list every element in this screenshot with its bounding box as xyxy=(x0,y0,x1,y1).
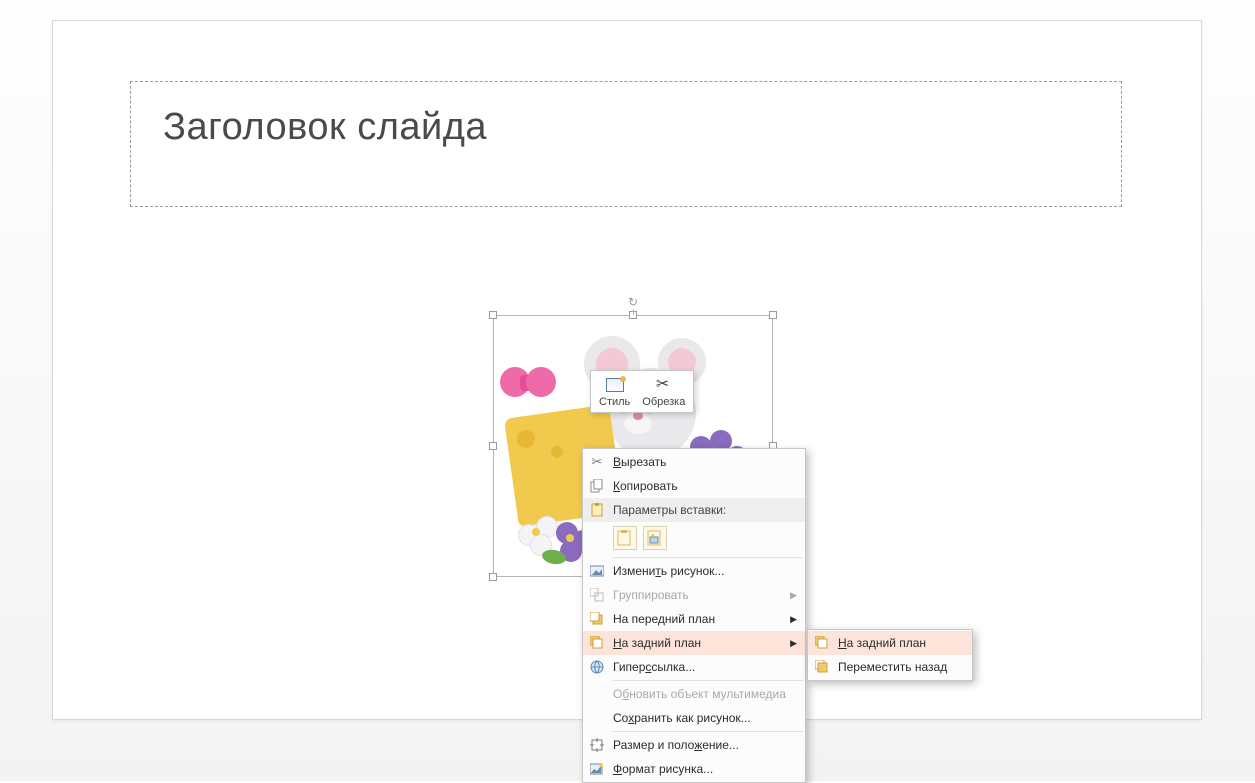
scissors-icon: ✂ xyxy=(583,454,611,470)
title-placeholder[interactable]: Заголовок слайда xyxy=(130,81,1122,207)
group-icon xyxy=(583,588,611,602)
menu-hyperlink[interactable]: Гиперссылка... xyxy=(583,655,805,679)
submenu-send-to-back[interactable]: На задний план xyxy=(808,631,972,655)
menu-cut-label: ырезать xyxy=(621,455,666,469)
submenu-send-backward-label: Переместить назад xyxy=(836,660,964,674)
mini-toolbar-crop-label: Обрезка xyxy=(642,396,685,408)
title-placeholder-text: Заголовок слайда xyxy=(163,106,487,148)
menu-group-label: Группировать xyxy=(611,588,784,602)
clipboard-icon xyxy=(583,503,611,517)
menu-change-picture[interactable]: Изменить рисунок... xyxy=(583,559,805,583)
send-backward-icon xyxy=(808,660,836,674)
resize-handle-top-right[interactable] xyxy=(769,311,777,319)
mini-toolbar-style-button[interactable]: Стиль xyxy=(593,373,636,410)
crop-icon: ✂ xyxy=(656,377,672,393)
resize-handle-bottom-left[interactable] xyxy=(489,573,497,581)
paste-options-row xyxy=(583,522,805,556)
context-menu: ✂ Вырезать Копировать Параметры вставки:… xyxy=(582,448,806,783)
menu-update-media: Обновить объект мультимедиа xyxy=(583,682,805,706)
bring-to-front-icon xyxy=(583,612,611,626)
send-to-back-icon xyxy=(583,636,611,650)
menu-save-as-picture[interactable]: Сохранить как рисунок... xyxy=(583,706,805,730)
submenu-arrow-icon: ▶ xyxy=(784,590,797,601)
resize-handle-mid-left[interactable] xyxy=(489,442,497,450)
mini-toolbar: Стиль ✂ Обрезка xyxy=(590,370,694,413)
menu-copy[interactable]: Копировать xyxy=(583,474,805,498)
paste-option-keep-formatting[interactable] xyxy=(613,526,637,550)
menu-cut[interactable]: ✂ Вырезать xyxy=(583,450,805,474)
copy-icon xyxy=(583,479,611,493)
menu-bring-to-front[interactable]: На передний план ▶ xyxy=(583,607,805,631)
menu-format-picture[interactable]: Формат рисунка... xyxy=(583,757,805,781)
format-picture-icon xyxy=(583,762,611,776)
change-picture-icon xyxy=(583,564,611,578)
submenu-arrow-icon: ▶ xyxy=(784,614,797,625)
hyperlink-icon xyxy=(583,660,611,674)
rotate-handle[interactable]: ↻ xyxy=(626,295,640,309)
size-position-icon xyxy=(583,738,611,752)
resize-handle-top-left[interactable] xyxy=(489,311,497,319)
submenu-arrow-icon: ▶ xyxy=(784,638,797,649)
menu-paste-options-header: Параметры вставки: xyxy=(583,498,805,522)
menu-group: Группировать ▶ xyxy=(583,583,805,607)
mini-toolbar-crop-button[interactable]: ✂ Обрезка xyxy=(636,373,691,410)
menu-paste-options-label: Параметры вставки: xyxy=(611,503,797,517)
send-to-back-submenu: На задний план Переместить назад xyxy=(807,629,973,681)
menu-send-to-back[interactable]: На задний план ▶ xyxy=(583,631,805,655)
picture-style-icon xyxy=(606,378,624,392)
send-to-back-icon xyxy=(808,636,836,650)
mini-toolbar-style-label: Стиль xyxy=(599,396,630,408)
submenu-send-backward[interactable]: Переместить назад xyxy=(808,655,972,679)
paste-option-picture[interactable] xyxy=(643,526,667,550)
menu-copy-label: опировать xyxy=(620,479,678,493)
menu-bring-to-front-label: На передний план xyxy=(611,612,784,626)
menu-size-position[interactable]: Размер и положение... xyxy=(583,733,805,757)
